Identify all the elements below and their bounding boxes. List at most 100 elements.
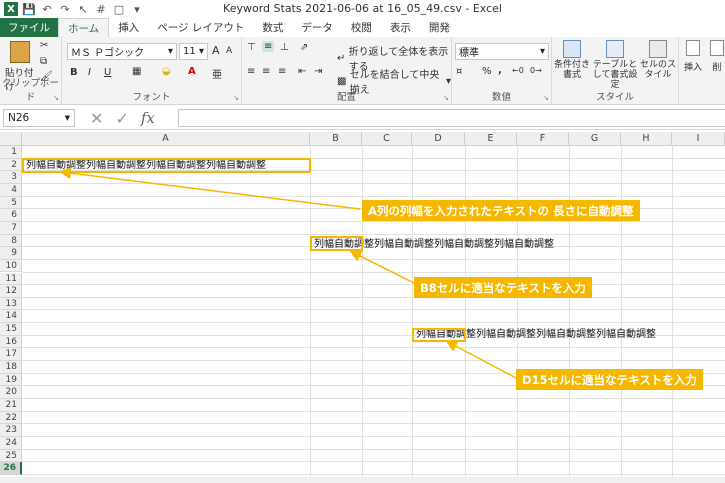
row-header[interactable]: 23 (0, 424, 22, 437)
conditional-format-button[interactable]: 条件付き書式 (554, 40, 590, 80)
row-header[interactable]: 8 (0, 234, 22, 248)
paste-icon (10, 41, 30, 63)
column-header-b[interactable]: B (310, 132, 362, 146)
cell-styles-button[interactable]: セルのスタイル (640, 40, 676, 80)
align-left-icon[interactable]: ≡ (247, 66, 255, 77)
row-header[interactable]: 25 (0, 449, 22, 463)
tab-review[interactable]: 校閲 (342, 18, 381, 37)
orientation-icon[interactable]: ⇗ (300, 42, 308, 53)
row-header[interactable]: 3 (0, 171, 22, 184)
column-header-i[interactable]: I (672, 132, 725, 146)
row-header[interactable]: 9 (0, 247, 22, 260)
font-name-select[interactable]: ＭＳ Ｐゴシック ▾ (67, 43, 177, 60)
clipboard-launcher-icon[interactable]: ↘ (53, 94, 59, 102)
underline-button[interactable]: U (104, 67, 111, 78)
column-header-e[interactable]: E (465, 132, 517, 146)
column-header-f[interactable]: F (517, 132, 569, 146)
row-header[interactable]: 7 (0, 221, 22, 235)
font-color-icon[interactable]: A (188, 66, 196, 77)
name-box[interactable]: N26 ▾ (3, 109, 75, 127)
row-header[interactable]: 24 (0, 436, 22, 450)
align-top-icon[interactable]: ⊤ (247, 42, 256, 53)
row-header[interactable]: 18 (0, 361, 22, 374)
column-header-g[interactable]: G (569, 132, 621, 146)
decrease-indent-icon[interactable]: ⇤ (298, 66, 306, 77)
row-header[interactable]: 1 (0, 146, 22, 159)
font-size-select[interactable]: 11 ▾ (179, 43, 208, 60)
column-gridline (362, 146, 363, 483)
tab-file[interactable]: ファイル (0, 18, 58, 37)
cancel-icon[interactable]: ✕ (90, 109, 103, 128)
align-right-icon[interactable]: ≡ (278, 66, 286, 77)
row-header[interactable]: 16 (0, 335, 22, 349)
tab-developer[interactable]: 開発 (420, 18, 459, 37)
column-header-c[interactable]: C (362, 132, 412, 146)
currency-icon[interactable]: ¤ (456, 66, 462, 77)
tab-home[interactable]: ホーム (58, 18, 110, 37)
delete-cells-button[interactable]: 削 (709, 40, 725, 73)
chevron-down-icon: ▾ (198, 46, 204, 57)
phonetic-icon[interactable]: 亜 (212, 66, 222, 81)
chevron-down-icon: ▾ (167, 46, 173, 57)
alignment-group: ⊤ ≡ ⊥ ⇗ ≡ ≡ ≡ ⇤ ⇥ ↵ 折り返して全体を表示する ▩ セルを結合… (242, 37, 452, 105)
tab-formulas[interactable]: 数式 (253, 18, 292, 37)
column-header-a[interactable]: A (22, 132, 310, 146)
cut-icon[interactable]: ✂ (40, 40, 48, 51)
column-header-h[interactable]: H (621, 132, 672, 146)
shrink-font-button[interactable]: A (226, 46, 232, 56)
row-header[interactable]: 17 (0, 348, 22, 362)
number-format-select[interactable]: 標準 ▾ (455, 43, 549, 60)
column-header-d[interactable]: D (412, 132, 465, 146)
row-header[interactable]: 10 (0, 259, 22, 273)
enter-icon[interactable]: ✓ (115, 109, 128, 128)
italic-button[interactable]: I (88, 67, 91, 78)
formula-input[interactable] (178, 109, 725, 127)
format-as-table-label: テーブルとして書式設定 (592, 60, 638, 90)
row-gridline (22, 435, 725, 437)
increase-decimal-icon[interactable]: ←0 (512, 66, 524, 75)
insert-cells-button[interactable]: 挿入 (683, 40, 703, 73)
grow-font-button[interactable]: A (212, 44, 220, 57)
comma-button[interactable]: , (498, 65, 502, 76)
number-launcher-icon[interactable]: ↘ (543, 94, 549, 102)
row-header[interactable]: 22 (0, 411, 22, 425)
decrease-decimal-icon[interactable]: 0→ (530, 66, 542, 75)
worksheet-grid[interactable]: A B C D E F G H I 1 2 3 4 5 6 7 8 9 10 11 12 13 14 15 1… (0, 132, 725, 483)
bold-button[interactable]: B (70, 67, 78, 78)
row-header[interactable]: 5 (0, 196, 22, 210)
increase-indent-icon[interactable]: ⇥ (314, 66, 322, 77)
row-header[interactable]: 14 (0, 310, 22, 324)
percent-button[interactable]: % (482, 66, 492, 77)
row-header[interactable]: 4 (0, 183, 22, 197)
fill-color-icon[interactable]: ◒ (162, 66, 171, 77)
format-as-table-button[interactable]: テーブルとして書式設定 (592, 40, 638, 90)
tab-data[interactable]: データ (292, 18, 342, 37)
row-header[interactable]: 2 (0, 158, 22, 172)
number-format-value: 標準 (459, 48, 479, 59)
row-header[interactable]: 15 (0, 323, 22, 336)
font-launcher-icon[interactable]: ↘ (233, 94, 239, 102)
row-header[interactable]: 6 (0, 209, 22, 222)
row-header[interactable]: 13 (0, 297, 22, 311)
name-box-value: N26 (8, 112, 30, 124)
row-gridline (22, 296, 725, 298)
row-header[interactable]: 11 (0, 272, 22, 286)
copy-icon[interactable]: ⧉ (40, 56, 47, 67)
align-center-icon[interactable]: ≡ (262, 66, 270, 77)
insert-function-button[interactable]: fx (141, 109, 155, 127)
align-middle-icon[interactable]: ≡ (262, 41, 275, 52)
row-header[interactable]: 20 (0, 386, 22, 399)
number-group: 標準 ▾ ¤ % , ←0 0→ 数値 ↘ (452, 37, 552, 105)
row-header[interactable]: 26 (0, 462, 22, 475)
row-header[interactable]: 21 (0, 399, 22, 412)
align-bottom-icon[interactable]: ⊥ (280, 42, 289, 53)
format-as-table-icon (606, 40, 624, 58)
tab-insert[interactable]: 挿入 (109, 18, 148, 37)
alignment-launcher-icon[interactable]: ↘ (443, 94, 449, 102)
tab-page-layout[interactable]: ページ レイアウト (148, 18, 253, 37)
row-header[interactable]: 12 (0, 285, 22, 298)
borders-icon[interactable]: ▦ (132, 66, 141, 77)
select-all-corner[interactable] (0, 132, 22, 146)
row-header[interactable]: 19 (0, 373, 22, 387)
tab-view[interactable]: 表示 (381, 18, 420, 37)
